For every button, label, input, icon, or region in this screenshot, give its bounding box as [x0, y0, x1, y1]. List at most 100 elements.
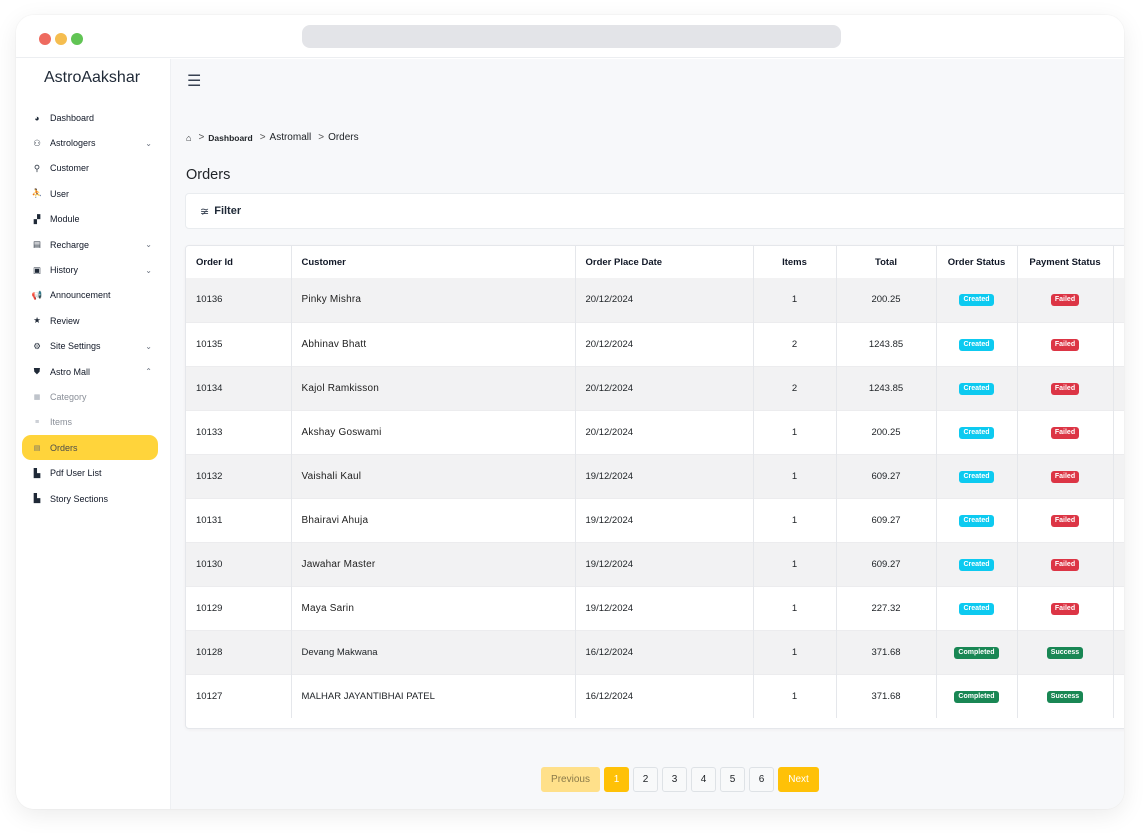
- order-status-badge: Completed: [954, 690, 999, 703]
- extra-cell: [1113, 453, 1124, 498]
- column-header-total[interactable]: Total: [836, 246, 937, 278]
- orders-table: Order Id Customer Order Place Date Items…: [186, 246, 1124, 718]
- table-row[interactable]: 10130 Jawahar Master 19/12/2024 1 609.27 Crea…: [186, 541, 1124, 586]
- extra-cell: [1113, 541, 1124, 586]
- items-cell: 1: [753, 409, 837, 454]
- breadcrumb: ⌂ > Dashboard > Astromall > Orders: [186, 132, 359, 143]
- table-row[interactable]: 10132 Vaishali Kaul 19/12/2024 1 609.27 Creat…: [186, 453, 1124, 498]
- page-4-button[interactable]: 4: [691, 767, 716, 792]
- breadcrumb-dashboard[interactable]: Dashboard: [208, 133, 252, 143]
- payment-status-cell: Success: [1017, 673, 1114, 718]
- payment-status-badge: Success: [1046, 690, 1084, 703]
- sidebar-item-category[interactable]: ▦ Category: [22, 384, 158, 409]
- table-row[interactable]: 10133 Akshay Goswami 20/12/2024 1 200.25 Crea…: [186, 409, 1124, 454]
- customer-cell: Jawahar Master: [291, 541, 576, 586]
- column-header-customer[interactable]: Customer: [291, 246, 576, 278]
- order-status-cell: Completed: [936, 673, 1018, 718]
- sidebar-item-label: Site Settings: [50, 341, 101, 352]
- breadcrumb-astromall[interactable]: Astromall: [270, 132, 312, 143]
- total-cell: 371.68: [836, 673, 937, 718]
- bar-chart-icon: ▙: [33, 493, 41, 504]
- customer-cell: Abhinav Bhatt: [291, 321, 576, 366]
- order-date-cell: 19/12/2024: [575, 541, 754, 586]
- next-page-button[interactable]: Next: [778, 767, 819, 792]
- chevron-down-icon[interactable]: ⌄: [145, 240, 152, 249]
- table-row[interactable]: 10128 Devang Makwana 16/12/2024 1 371.68 Comp…: [186, 629, 1124, 674]
- column-header-order-id[interactable]: Order Id: [186, 246, 292, 278]
- page-1-button[interactable]: 1: [604, 767, 629, 792]
- table-row[interactable]: 10129 Maya Sarin 19/12/2024 1 227.32 Created F…: [186, 585, 1124, 630]
- hamburger-menu-icon[interactable]: ☰: [187, 71, 201, 91]
- cubes-icon: ▞: [33, 213, 41, 224]
- sidebar-item-history[interactable]: ▣ History ⌄: [22, 257, 158, 282]
- table-row[interactable]: 10131 Bhairavi Ahuja 19/12/2024 1 609.27 Crea…: [186, 497, 1124, 542]
- extra-cell: [1113, 497, 1124, 542]
- payment-status-cell: Failed: [1017, 585, 1114, 630]
- column-header-order-status[interactable]: Order Status: [936, 246, 1018, 278]
- column-header-order-date[interactable]: Order Place Date: [575, 246, 754, 278]
- sidebar-item-pdf-user-list[interactable]: ▙ Pdf User List: [22, 460, 158, 485]
- sidebar-item-items[interactable]: ≡ Items: [22, 410, 158, 435]
- maximize-window-button[interactable]: [71, 33, 83, 45]
- sidebar-item-story-sections[interactable]: ▙ Story Sections: [22, 486, 158, 511]
- sidebar-item-astro-mall[interactable]: ⛊ Astro Mall ⌃: [22, 359, 158, 384]
- chevron-down-icon[interactable]: ⌄: [145, 266, 152, 275]
- page-2-button[interactable]: 2: [633, 767, 658, 792]
- brand-logo[interactable]: AstroAakshar: [44, 69, 140, 87]
- sidebar-item-dashboard[interactable]: ◕ Dashboard: [22, 105, 158, 130]
- order-date-cell: 19/12/2024: [575, 497, 754, 542]
- total-cell: 609.27: [836, 541, 937, 586]
- title-bar: [16, 15, 1124, 58]
- customer-cell: Akshay Goswami: [291, 409, 576, 454]
- order-status-badge: Created: [959, 294, 994, 307]
- chevron-up-icon[interactable]: ⌃: [145, 367, 152, 376]
- sidebar-item-announcement[interactable]: 📢 Announcement: [22, 283, 158, 308]
- star-icon: ★: [33, 315, 41, 326]
- sidebar-item-review[interactable]: ★ Review: [22, 308, 158, 333]
- sidebar-item-astrologers[interactable]: ⚇ Astrologers ⌄: [22, 130, 158, 155]
- order-status-cell: Created: [936, 585, 1018, 630]
- sidebar-item-label: User: [50, 188, 70, 199]
- order-id-cell: 10127: [186, 673, 292, 718]
- column-header-payment-status[interactable]: Payment Status: [1017, 246, 1114, 278]
- order-id-cell: 10129: [186, 585, 292, 630]
- sidebar-item-label: Items: [50, 417, 73, 428]
- breadcrumb-orders: Orders: [328, 132, 359, 143]
- sidebar-item-recharge[interactable]: ▤ Recharge ⌄: [22, 232, 158, 257]
- filter-toggle[interactable]: ≆ Filter: [185, 193, 1124, 229]
- filter-label: Filter: [214, 205, 242, 217]
- close-window-button[interactable]: [39, 33, 51, 45]
- items-cell: 1: [753, 278, 837, 322]
- items-icon: ≡: [34, 418, 40, 426]
- page-3-button[interactable]: 3: [662, 767, 687, 792]
- table-row[interactable]: 10136 Pinky Mishra 20/12/2024 1 200.25 Create…: [186, 278, 1124, 322]
- page-5-button[interactable]: 5: [720, 767, 745, 792]
- extra-cell: [1113, 629, 1124, 674]
- sidebar-item-customer[interactable]: ⚲ Customer: [22, 156, 158, 181]
- total-cell: 200.25: [836, 278, 937, 322]
- page-title: Orders: [186, 167, 231, 183]
- table-row[interactable]: 10135 Abhinav Bhatt 20/12/2024 2 1243.85 Crea…: [186, 321, 1124, 366]
- customer-cell: Devang Makwana: [291, 629, 576, 674]
- total-cell: 227.32: [836, 585, 937, 630]
- chevron-down-icon[interactable]: ⌄: [145, 139, 152, 148]
- sidebar-nav: ◕ Dashboard ⚇ Astrologers ⌄ ⚲ Customer ⛹ User ▞ Mo…: [22, 105, 158, 511]
- minimize-window-button[interactable]: [55, 33, 67, 45]
- total-cell: 609.27: [836, 453, 937, 498]
- previous-page-button[interactable]: Previous: [541, 767, 600, 792]
- category-icon: ▦: [33, 393, 41, 401]
- column-header-items[interactable]: Items: [753, 246, 837, 278]
- sidebar-item-site-settings[interactable]: ⚙ Site Settings ⌄: [22, 334, 158, 359]
- payment-status-cell: Failed: [1017, 321, 1114, 366]
- table-row[interactable]: 10127 MALHAR JAYANTIBHAI PATEL 16/12/2024 1…: [186, 673, 1124, 718]
- sidebar-item-module[interactable]: ▞ Module: [22, 207, 158, 232]
- sidebar: AstroAakshar ◕ Dashboard ⚇ Astrologers ⌄ ⚲ Cus…: [16, 59, 171, 809]
- chevron-down-icon[interactable]: ⌄: [145, 342, 152, 351]
- sidebar-item-orders[interactable]: ▤ Orders: [22, 435, 158, 461]
- items-cell: 1: [753, 453, 837, 498]
- sidebar-item-user[interactable]: ⛹ User: [22, 181, 158, 206]
- home-icon[interactable]: ⌂: [186, 133, 191, 143]
- address-bar[interactable]: [302, 25, 841, 48]
- page-6-button[interactable]: 6: [749, 767, 774, 792]
- table-row[interactable]: 10134 Kajol Ramkisson 20/12/2024 2 1243.85 Cr…: [186, 365, 1124, 410]
